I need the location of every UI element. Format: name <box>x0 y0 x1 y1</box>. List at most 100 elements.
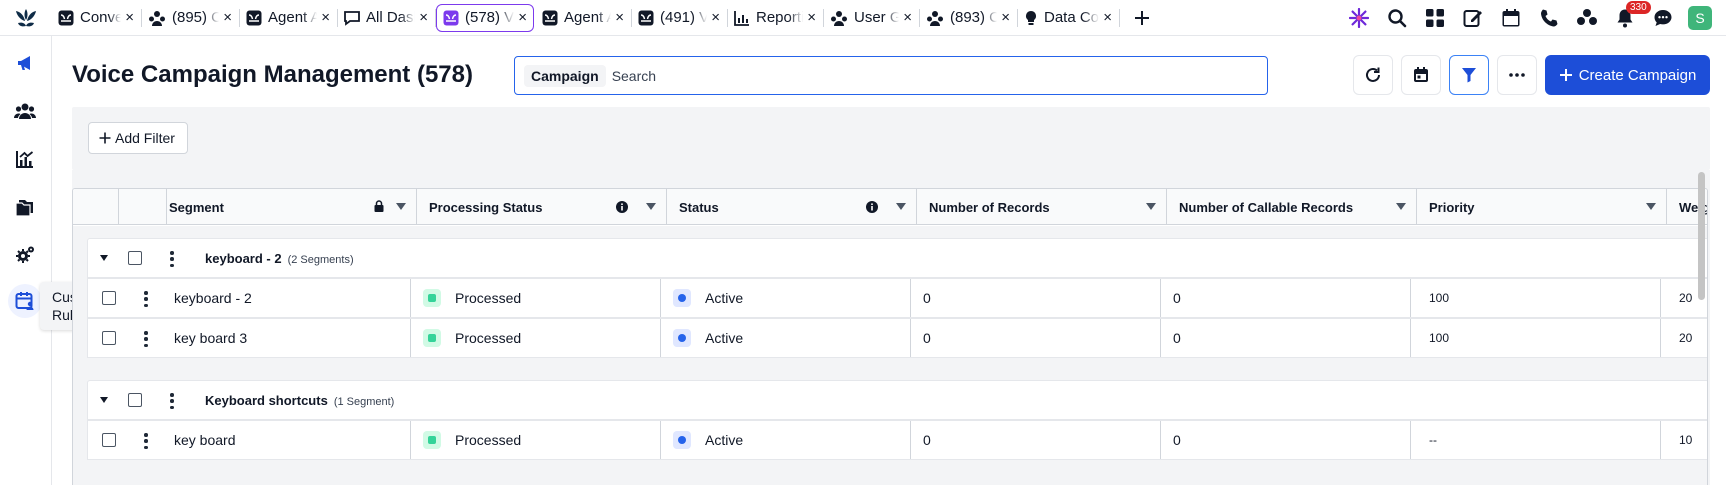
add-filter-button[interactable]: Add Filter <box>88 122 188 154</box>
column-header-status[interactable]: Status <box>667 189 917 225</box>
cell-segment[interactable]: keyboard - 2 <box>164 279 410 317</box>
caret-down-icon[interactable] <box>100 397 108 403</box>
schedule-button[interactable] <box>1401 55 1441 95</box>
grid-container: Segment Processing Status Status Number … <box>72 170 1710 485</box>
table-row[interactable]: key board Processed Active 0 0 -- 10 <box>87 420 1707 460</box>
chevron-down-icon[interactable] <box>896 203 906 210</box>
close-icon[interactable]: × <box>1103 9 1112 26</box>
tab-5[interactable]: Agent Activity× <box>536 4 632 32</box>
caret-down-icon[interactable] <box>100 255 108 261</box>
edit-icon <box>1463 10 1482 27</box>
vertical-scrollbar[interactable] <box>1698 172 1705 300</box>
close-icon[interactable]: × <box>419 9 428 26</box>
cell-callable-records: 0 <box>1160 319 1410 357</box>
social-button[interactable] <box>1568 0 1606 36</box>
processing-status-text: Processed <box>455 432 522 448</box>
sidebar-item-settings[interactable] <box>8 238 42 272</box>
sidebar-item-audience[interactable] <box>8 94 42 128</box>
chevron-down-icon[interactable] <box>646 203 656 210</box>
close-icon[interactable]: × <box>711 9 720 26</box>
add-filter-label: Add Filter <box>115 130 175 146</box>
app-logo[interactable] <box>0 0 52 36</box>
row-checkbox[interactable] <box>102 291 116 305</box>
apps-button[interactable] <box>1416 0 1454 36</box>
sparkle-icon <box>1349 8 1369 28</box>
notifications-button[interactable]: 330 <box>1606 0 1651 36</box>
close-icon[interactable]: × <box>321 9 330 26</box>
chevron-down-icon[interactable] <box>1646 203 1656 210</box>
info-icon <box>616 201 628 213</box>
tab-3[interactable]: All Dashboards× <box>338 4 436 32</box>
tab-1[interactable]: (895) Cases× <box>142 4 240 32</box>
cell-segment[interactable]: key board <box>164 421 410 459</box>
cell-priority: -- <box>1410 421 1660 459</box>
close-icon[interactable]: × <box>615 9 624 26</box>
row-checkbox[interactable] <box>102 331 116 345</box>
sidebar-item-campaigns[interactable] <box>8 46 42 80</box>
add-tab-button[interactable] <box>1128 4 1156 32</box>
compose-button[interactable] <box>1454 0 1492 36</box>
ellipsis-icon <box>1509 73 1525 77</box>
close-icon[interactable]: × <box>223 9 232 26</box>
sidebar-item-reports[interactable] <box>8 142 42 176</box>
chat-bubble-icon <box>1654 10 1672 26</box>
sidebar-item-availability-rules[interactable] <box>8 284 42 318</box>
search-input[interactable] <box>611 67 1212 84</box>
group-checkbox[interactable] <box>128 393 142 407</box>
tab-8[interactable]: User Groups× <box>824 4 920 32</box>
tab-6[interactable]: (491) Voice× <box>632 4 728 32</box>
status-text: Active <box>705 330 744 346</box>
cell-processing-status: Processed <box>410 421 660 459</box>
close-icon[interactable]: × <box>1001 9 1010 26</box>
table-row[interactable]: keyboard - 2 Processed Active 0 0 100 20 <box>87 278 1707 318</box>
cell-segment[interactable]: key board 3 <box>164 319 410 357</box>
filter-toggle-button[interactable] <box>1449 55 1489 95</box>
row-checkbox[interactable] <box>102 433 116 447</box>
chevron-down-icon[interactable] <box>1396 203 1406 210</box>
tab-2[interactable]: Agent Availability× <box>240 4 338 32</box>
processed-status-icon <box>423 329 441 347</box>
ai-assist-button[interactable] <box>1340 0 1378 36</box>
tab-7[interactable]: Reporting× <box>728 4 824 32</box>
analytics-icon <box>16 151 34 168</box>
table-row[interactable]: key board 3 Processed Active 0 0 100 20 <box>87 318 1707 358</box>
top-right-toolbar: 330 S <box>1340 0 1726 36</box>
global-search-button[interactable] <box>1378 0 1416 36</box>
column-header-callable-records[interactable]: Number of Callable Records <box>1167 189 1417 225</box>
create-campaign-button[interactable]: Create Campaign <box>1545 55 1710 95</box>
kebab-menu-icon[interactable] <box>170 393 174 409</box>
tab-4[interactable]: (578) Voice× <box>436 3 534 32</box>
group-header-row[interactable]: Keyboard shortcuts (1 Segment) <box>87 380 1707 420</box>
close-icon[interactable]: × <box>807 9 816 26</box>
column-header-priority[interactable]: Priority <box>1417 189 1667 225</box>
tab-0[interactable]: Conversations× <box>52 4 142 32</box>
search-icon <box>1388 9 1407 28</box>
more-options-button[interactable] <box>1497 55 1537 95</box>
refresh-button[interactable] <box>1353 55 1393 95</box>
kebab-menu-icon[interactable] <box>144 291 148 307</box>
column-header-number-of-records[interactable]: Number of Records <box>917 189 1167 225</box>
campaign-search[interactable]: Campaign <box>514 56 1268 95</box>
user-avatar[interactable]: S <box>1688 6 1712 30</box>
group-checkbox[interactable] <box>128 251 142 265</box>
close-icon[interactable]: × <box>903 9 912 26</box>
search-scope-chip[interactable]: Campaign <box>524 64 606 87</box>
calendar-button[interactable] <box>1492 0 1530 36</box>
tab-9[interactable]: (893) Cases× <box>920 4 1018 32</box>
tab-list: Conversations×(895) Cases×Agent Availabi… <box>52 0 1120 36</box>
column-header-processing-status[interactable]: Processing Status <box>417 189 667 225</box>
tab-10[interactable]: Data Connectors× <box>1018 4 1120 32</box>
kebab-menu-icon[interactable] <box>170 251 174 267</box>
chevron-down-icon[interactable] <box>396 203 406 210</box>
sidebar-item-assets[interactable] <box>8 190 42 224</box>
chevron-down-icon[interactable] <box>1146 203 1156 210</box>
close-icon[interactable]: × <box>125 9 134 26</box>
column-header-segment[interactable]: Segment <box>167 189 417 225</box>
messages-button[interactable] <box>1644 0 1682 36</box>
group-header-row[interactable]: keyboard - 2 (2 Segments) <box>87 238 1707 278</box>
phone-button[interactable] <box>1530 0 1568 36</box>
close-icon[interactable]: × <box>518 9 527 26</box>
create-campaign-label: Create Campaign <box>1578 66 1697 84</box>
kebab-menu-icon[interactable] <box>144 433 148 449</box>
kebab-menu-icon[interactable] <box>144 331 148 347</box>
